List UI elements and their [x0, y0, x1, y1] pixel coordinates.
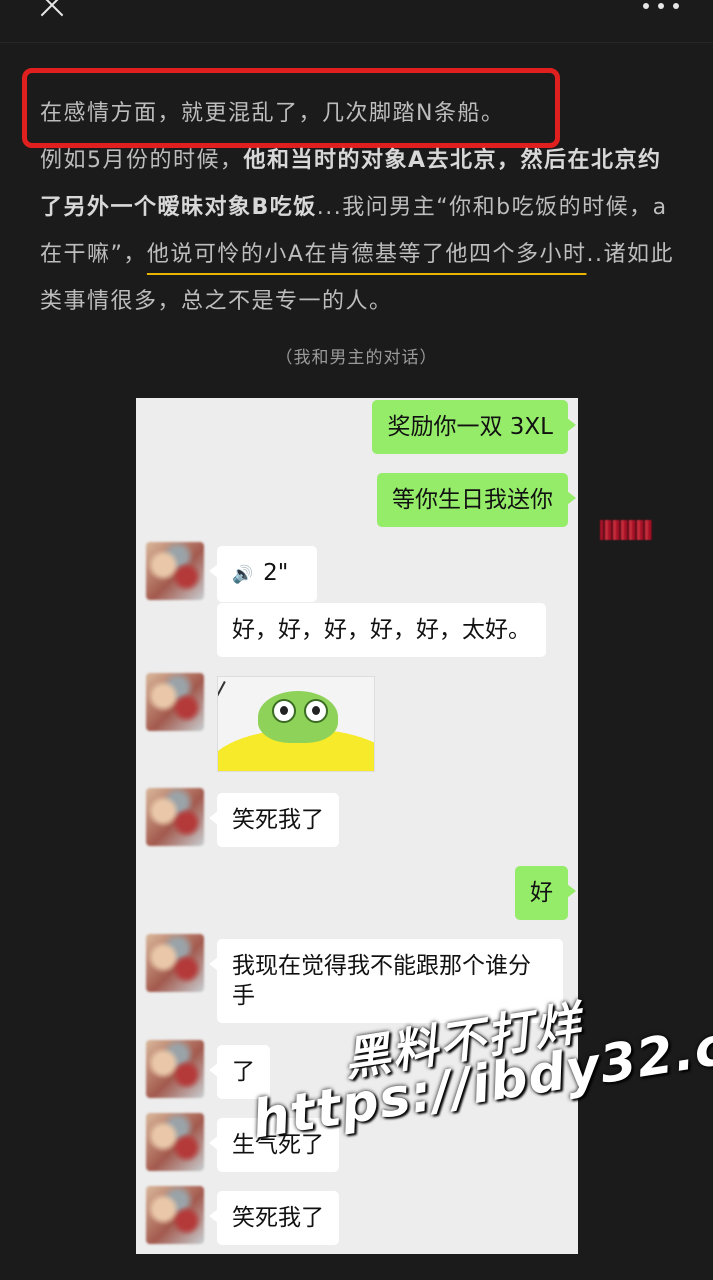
avatar [146, 542, 204, 600]
chat-bubble-me: 好 [515, 866, 576, 920]
chat-bubble-me: 等你生日我送你 [377, 473, 576, 527]
avatar [146, 673, 204, 731]
avatar [146, 1186, 204, 1244]
avatar [146, 1113, 204, 1171]
voice-message[interactable]: 🔊 2" [209, 546, 317, 602]
para2-prefix: 例如5月份的时候， [40, 148, 244, 173]
chat-bubble-me: 奖励你一双 3XL [372, 400, 576, 454]
image-caption: （我和男主的对话） [275, 348, 438, 368]
more-dots-icon[interactable] [643, 0, 679, 12]
chat-bubble-them: 好，好，好，好，好，太好。 [217, 603, 546, 657]
close-icon[interactable] [34, 0, 70, 24]
chat-bubble-them: 了 [209, 1045, 270, 1099]
frog-eye [272, 699, 296, 723]
sticker-line [218, 681, 226, 735]
top-bar [0, 0, 713, 43]
frog-head [258, 691, 338, 743]
avatar [146, 934, 204, 992]
chat-screenshot: 奖励你一双 3XL 等你生日我送你 🔊 2" 好，好，好，好，好，太好。 笑死我了… [136, 398, 578, 1254]
para2-underlined: 他说可怜的小A在肯德基等了他四个多小时 [146, 242, 587, 267]
avatar [146, 1040, 204, 1098]
avatar [146, 788, 204, 846]
frog-eye [304, 699, 328, 723]
article-text: 在感情方面，就更混乱了，几次脚踏N条船。 例如5月份的时候，他和当时的对象A去北… [40, 90, 680, 325]
article-paragraph-2: 例如5月份的时候，他和当时的对象A去北京，然后在北京约了另外一个暧昧对象B吃饭.… [40, 137, 680, 325]
voice-duration: 2" [263, 560, 289, 586]
frog-sticker-image[interactable] [217, 676, 375, 772]
red-scribble-mark [600, 520, 652, 540]
voice-icon: 🔊 [232, 565, 254, 585]
chat-bubble-them: 生气死了 [209, 1118, 339, 1172]
chat-bubble-them: 我现在觉得我不能跟那个谁分手 [209, 939, 563, 1023]
article-line-1: 在感情方面，就更混乱了，几次脚踏N条船。 [40, 101, 505, 126]
chat-bubble-them: 笑死我了 [209, 1191, 339, 1245]
chat-bubble-them: 笑死我了 [209, 793, 339, 847]
